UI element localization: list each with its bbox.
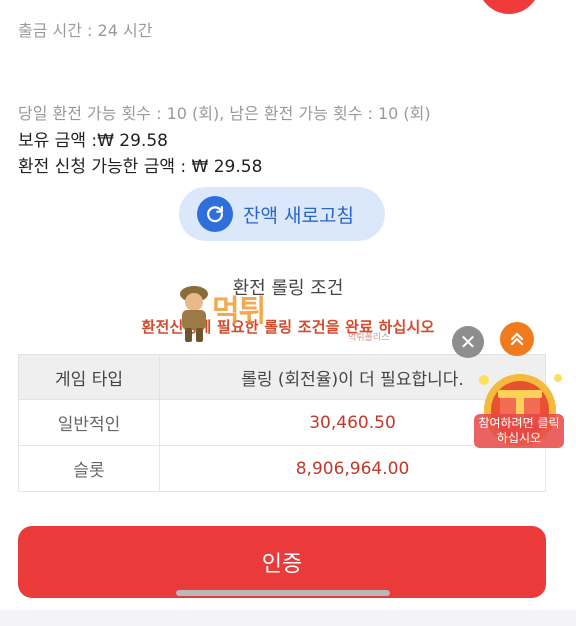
- rolling-warning: 환전신청에 필요한 롤링 조건을 완료 하십시오: [141, 318, 435, 336]
- mascot-icon: [180, 286, 208, 342]
- row-game-type: 슬롯: [18, 445, 160, 492]
- table-header-game-type: 게임 타입: [18, 354, 160, 400]
- withdraw-time-text: 출금 시간 : 24 시간: [18, 21, 153, 40]
- balance-text: 보유 금액 :₩ 29.58: [18, 131, 168, 151]
- table-row: 일반적인 30,460.50: [18, 399, 546, 446]
- rolling-table: 게임 타입 롤링 (회전율)이 더 필요합니다. 일반적인 30,460.50 …: [18, 354, 546, 492]
- refresh-balance-label: 잔액 새로고침: [243, 204, 354, 227]
- withdrawable-amount-text: 환전 신청 가능한 금액 : ₩ 29.58: [18, 157, 263, 177]
- watermark-text: 먹튀: [212, 294, 266, 329]
- bottom-strip: [0, 610, 576, 626]
- close-icon[interactable]: ✕: [452, 326, 484, 358]
- gift-participate-text[interactable]: 참여하려면 클릭하십시오: [474, 414, 564, 448]
- double-chevron-up-icon[interactable]: [500, 322, 534, 356]
- refresh-icon: [197, 196, 233, 232]
- top-red-circle-button[interactable]: [478, 0, 540, 14]
- home-indicator: [176, 590, 390, 596]
- refresh-balance-button[interactable]: 잔액 새로고침: [179, 187, 385, 241]
- rolling-title: 환전 롤링 조건: [232, 278, 344, 299]
- row-game-type: 일반적인: [18, 399, 160, 446]
- row-rolling-value: 8,906,964.00: [159, 445, 546, 492]
- verify-button[interactable]: 인증: [18, 526, 546, 598]
- table-row: 슬롯 8,906,964.00: [18, 445, 546, 492]
- watermark-subtext: 먹튀폴리스: [348, 333, 390, 343]
- withdraw-limit-text: 당일 환전 가능 횟수 : 10 (회), 남은 환전 가능 횟수 : 10 (…: [18, 104, 431, 123]
